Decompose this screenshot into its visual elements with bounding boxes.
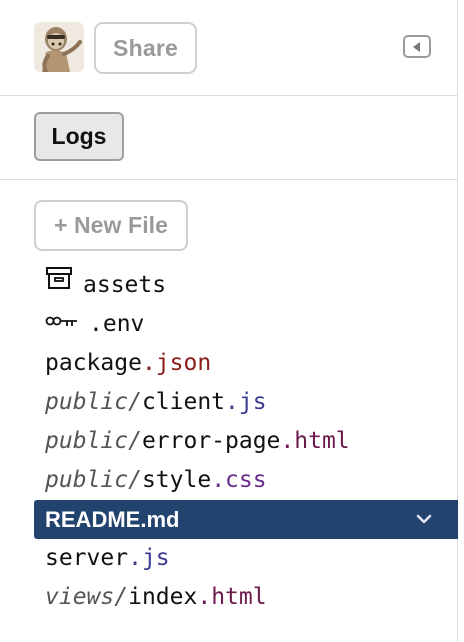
file-item-client-js[interactable]: public/client.js [34,383,458,422]
file-name: package [45,350,142,376]
sloth-avatar-icon [34,22,84,72]
file-extension: .json [141,350,212,376]
new-file-button[interactable]: + New File [34,200,188,251]
sidebar-panel: Share Logs + New File assets .env packag… [0,0,458,642]
file-item-env[interactable]: .env [34,305,458,344]
file-name: style [141,467,212,493]
file-item-package-json[interactable]: package.json [34,344,458,383]
chevron-down-icon[interactable] [416,511,432,527]
file-extension: .md [140,507,180,532]
file-tree: assets .env package.json public/client.j… [34,266,458,617]
file-directory: public/ [45,467,142,493]
share-button[interactable]: Share [94,22,197,74]
file-name: assets [83,272,167,298]
file-item-error-page-html[interactable]: public/error-page.html [34,422,458,461]
avatar[interactable] [34,22,84,72]
file-extension: .html [197,584,267,610]
key-icon [45,303,79,342]
file-item-style-css[interactable]: public/style.css [34,461,458,500]
file-directory: views/ [45,584,129,610]
file-directory: public/ [45,389,142,415]
file-extension: .css [211,467,267,493]
file-extension: .html [280,428,350,454]
file-item-assets[interactable]: assets [34,266,458,305]
file-extension: .js [128,545,170,571]
file-item-index-html[interactable]: views/index.html [34,578,458,617]
archive-icon [45,264,73,303]
file-extension: .js [225,389,267,415]
file-name: index [128,584,198,610]
file-directory: public/ [45,428,142,454]
file-name: error-page [141,428,281,454]
sidebar-header: Share [0,0,457,96]
file-item-readme-md[interactable]: README.md [34,500,458,539]
collapse-sidebar-icon[interactable] [403,35,431,58]
file-item-server-js[interactable]: server.js [34,539,458,578]
logs-button[interactable]: Logs [34,112,124,161]
file-name: README [45,507,141,532]
file-name: client [141,389,226,415]
file-name: .env [89,311,145,337]
file-name: server [45,545,129,571]
